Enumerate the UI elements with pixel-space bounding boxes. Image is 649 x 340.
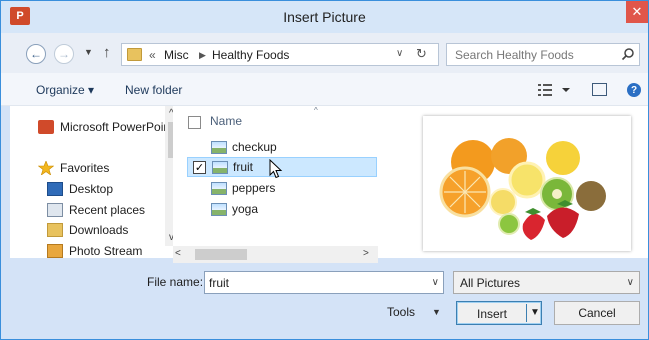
sidebar-item-label: Recent places	[69, 203, 146, 217]
row-checkbox[interactable]: ✓	[193, 160, 206, 174]
file-type-value: All Pictures	[460, 276, 521, 290]
file-name: yoga	[232, 202, 259, 216]
desktop-icon	[47, 182, 63, 196]
sidebar-item-downloads[interactable]: Downloads	[47, 221, 128, 239]
navigation-scrollbar[interactable]: ^ v	[165, 106, 173, 246]
recent-locations-dropdown[interactable]: ▼	[84, 47, 93, 57]
folder-icon	[127, 48, 142, 61]
sidebar-item-label: Microsoft PowerPoint	[60, 120, 173, 134]
breadcrumb-healthy-foods[interactable]: Healthy Foods	[212, 48, 289, 62]
column-header-name[interactable]: Name	[210, 114, 242, 128]
file-name-label: File name:	[147, 275, 204, 289]
sidebar-item-favorites[interactable]: Favorites	[38, 159, 109, 177]
recent-places-icon	[47, 203, 63, 217]
sidebar-item-label: Downloads	[69, 223, 129, 237]
chevron-down-icon: ∨	[626, 277, 634, 288]
scrollbar-thumb[interactable]	[195, 249, 247, 260]
file-name: checkup	[232, 140, 277, 154]
file-type-select[interactable]: All Pictures ∨	[453, 271, 640, 294]
refresh-button[interactable]: ↻	[416, 46, 427, 62]
sidebar-item-label: Photo Stream	[69, 244, 143, 258]
image-file-icon	[211, 202, 227, 216]
cancel-button[interactable]: Cancel	[554, 301, 640, 325]
chevron-down-icon[interactable]: ∨	[432, 277, 439, 288]
sidebar-item-recent-places[interactable]: Recent places	[47, 201, 145, 219]
preview-pane-icon[interactable]	[592, 83, 607, 96]
file-name-input[interactable]	[205, 272, 420, 293]
file-list: Name ^ checkup ✓ fruit peppers yoga	[173, 106, 378, 258]
preview-image	[423, 116, 631, 251]
address-bar[interactable]: « Misc ▶ Healthy Foods ∨ ↻	[121, 43, 439, 66]
photo-stream-icon	[47, 244, 63, 258]
help-icon[interactable]: ?	[627, 83, 641, 97]
command-toolbar: Organize ▾ New folder ?	[1, 73, 648, 106]
scroll-left-arrow[interactable]: <	[175, 248, 181, 259]
sidebar-item-label: Desktop	[69, 182, 114, 196]
file-row-checkup[interactable]: checkup	[187, 137, 377, 157]
address-dropdown-icon[interactable]: ∨	[396, 48, 403, 59]
new-folder-button[interactable]: New folder	[125, 83, 182, 97]
fruit-photo	[439, 138, 606, 240]
breadcrumb-overflow[interactable]: «	[149, 48, 156, 62]
image-file-icon	[212, 160, 228, 174]
tools-button[interactable]: Tools	[387, 305, 415, 319]
insert-button[interactable]: Insert ▼	[456, 301, 542, 325]
horizontal-scrollbar[interactable]: < >	[173, 246, 378, 263]
file-row-peppers[interactable]: peppers	[187, 178, 377, 198]
image-file-icon	[211, 181, 227, 195]
up-button[interactable]: ↑	[103, 44, 111, 61]
file-name-combobox: ∨	[204, 271, 444, 294]
search-box	[446, 43, 640, 66]
star-icon	[38, 161, 54, 175]
sidebar-item-photo-stream[interactable]: Photo Stream	[47, 242, 142, 258]
insert-picture-dialog: P Insert Picture ✕ ← → ▼ ↑ « Misc ▶ Heal…	[0, 0, 649, 340]
image-file-icon	[211, 140, 227, 154]
file-name: fruit	[233, 160, 254, 174]
search-icon[interactable]	[621, 47, 635, 61]
back-button[interactable]: ←	[26, 44, 46, 64]
downloads-icon	[47, 223, 63, 237]
file-name: peppers	[232, 181, 276, 195]
sidebar-item-label: Favorites	[60, 161, 110, 175]
sidebar-item-microsoft-powerpoint[interactable]: Microsoft PowerPoint	[38, 118, 173, 136]
forward-button[interactable]: →	[54, 44, 74, 64]
mouse-cursor-icon	[269, 159, 283, 179]
sidebar-item-desktop[interactable]: Desktop	[47, 180, 113, 198]
split-divider	[526, 304, 527, 322]
breadcrumb-separator[interactable]: ▶	[199, 50, 206, 61]
organize-button[interactable]: Organize ▾	[36, 83, 94, 97]
navigation-bar: ← → ▼ ↑ « Misc ▶ Healthy Foods ∨ ↻	[1, 33, 648, 73]
file-row-yoga[interactable]: yoga	[187, 199, 377, 219]
close-button[interactable]: ✕	[626, 1, 648, 23]
breadcrumb-misc[interactable]: Misc	[164, 48, 189, 62]
tools-dropdown-icon[interactable]: ▼	[432, 307, 441, 317]
scroll-right-arrow[interactable]: >	[363, 248, 369, 259]
title-bar[interactable]: P Insert Picture ✕	[1, 1, 648, 33]
sort-arrow-icon: ^	[314, 106, 318, 115]
navigation-pane: Microsoft PowerPoint Favorites Desktop R…	[10, 106, 173, 258]
search-input[interactable]	[447, 44, 619, 65]
powerpoint-icon	[38, 120, 54, 134]
insert-button-label: Insert	[476, 307, 507, 321]
preview-pane	[378, 106, 648, 258]
insert-options-dropdown[interactable]: ▼	[530, 307, 540, 318]
change-view-icon[interactable]	[537, 82, 573, 98]
select-all-checkbox[interactable]	[188, 116, 201, 129]
window-title: Insert Picture	[283, 9, 366, 25]
